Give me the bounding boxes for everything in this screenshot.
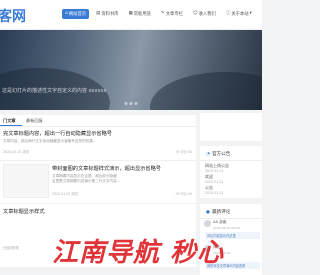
comments-title: ● 最新评论 [206,209,231,216]
tab-hot-articles[interactable]: 门文章 [3,118,16,124]
post-thumbnail[interactable] [3,164,49,198]
nav-label: 文章专栏 [165,12,183,17]
post-excerpt: 这里是文章摘要内容演示第二行文字内容... [52,179,121,183]
banner-dot[interactable] [134,102,138,105]
hero-banner[interactable]: 这是幻灯片的描述性文字自定义的内容 xxxxxx [0,30,262,110]
notice-title: ◔ 官方公告 [206,151,231,158]
home-icon: ⌂ [65,10,68,16]
article-tabs: 门文章 最新回复 [0,115,196,127]
nav-label: 资料书库 [101,12,119,17]
banner-dot[interactable] [129,102,133,105]
nav-label: 网站首页 [68,12,87,17]
post-meta: 2020-01-01 浏览 [3,150,29,154]
nav-item-home[interactable]: ⌂ 网站首页 [62,9,90,19]
list-end-hint: 已经到底啦 [3,246,19,250]
doc-icon: ✎ [160,10,165,16]
post-title[interactable]: 文章标题显示样式 [3,208,45,215]
watermark: 江南导航 秒心 [52,238,225,268]
post-meta: 2020-01-01 浏览 [52,192,78,196]
nav-label: 关于本站 [231,12,249,17]
notice-title-text: 官方公告 [211,152,231,157]
post-stats: 98 评论 66 [175,192,192,196]
tab-latest-replies[interactable]: 最新回复 [26,118,43,124]
nav-item-library[interactable]: ▤ 资料书库 [93,9,121,19]
post-excerpt: 文章内容，超出两行文字自动隐藏显示省略号这样的效果... [3,139,97,143]
info-icon: ⓘ [225,10,231,16]
nav-item-join[interactable]: ☺ 收入我们 [190,9,219,19]
book-icon: ▤ [96,10,101,16]
notice-item-date: 2020-01-01 [205,180,224,184]
nav-item-boards[interactable]: ▦ 常板用途 [126,9,154,19]
nav-item-about[interactable]: ⓘ 关于本站 ▾ [223,9,255,19]
nav-label: 收入我们 [198,12,216,17]
post-stats: 99 评论 88 [175,150,192,154]
notice-item-date: 2020-01-01 [205,191,224,195]
sidebar-notice: ◔ 官方公告 网站上线公告 2020-01-01 欢迎 2020-01-01 公… [200,146,262,198]
nav-label: 常板用途 [133,12,151,17]
post-title[interactable]: 完文章标题内容，超出一行自动隐藏显示省略号 [3,130,112,137]
site-header: 客网 ⌂ 网站首页 ▤ 资料书库 ▦ 常板用途 ✎ 文章专栏 ☺ 收入我们 ⓘ … [0,0,262,30]
user-icon: ☺ [192,10,198,16]
comment-icon: ● [206,209,210,215]
comment-date: 2020-01-01 00:00 [213,226,241,230]
main-nav: ⌂ 网站首页 ▤ 资料书库 ▦ 常板用途 ✎ 文章专栏 ☺ 收入我们 ⓘ 关于本… [62,9,255,19]
list-item[interactable]: 完文章标题内容，超出一行自动隐藏显示省略号 文章内容，超出两行文字自动隐藏显示省… [0,127,196,159]
grid-icon: ▦ [128,10,133,16]
banner-image [150,72,262,110]
banner-pagination [124,102,138,105]
nav-item-articles[interactable]: ✎ 文章专栏 [158,9,186,19]
active-tab-indicator [0,125,22,126]
sidebar-widget-blank [200,113,262,141]
banner-caption: 这是幻灯片的描述性文字自定义的内容 xxxxxx [2,88,107,94]
post-title[interactable]: 带封面图的文章标题样式演示，超出显示省略号 [52,165,161,172]
list-item[interactable]: 带封面图的文章标题样式演示，超出显示省略号 文章摘要内容显示在这里，超出部分隐藏… [0,161,196,203]
divider [200,218,262,219]
site-logo[interactable]: 客网 [0,6,26,26]
divider [200,160,262,161]
chevron-down-icon: ▾ [249,10,252,16]
comment-author[interactable]: AA 游客 [213,220,226,225]
comments-title-text: 最新评论 [211,210,231,215]
notice-item-date: 2020-01-01 [205,169,224,173]
bell-icon: ◔ [206,151,210,157]
avatar[interactable] [204,220,211,227]
banner-dot[interactable] [124,102,128,105]
